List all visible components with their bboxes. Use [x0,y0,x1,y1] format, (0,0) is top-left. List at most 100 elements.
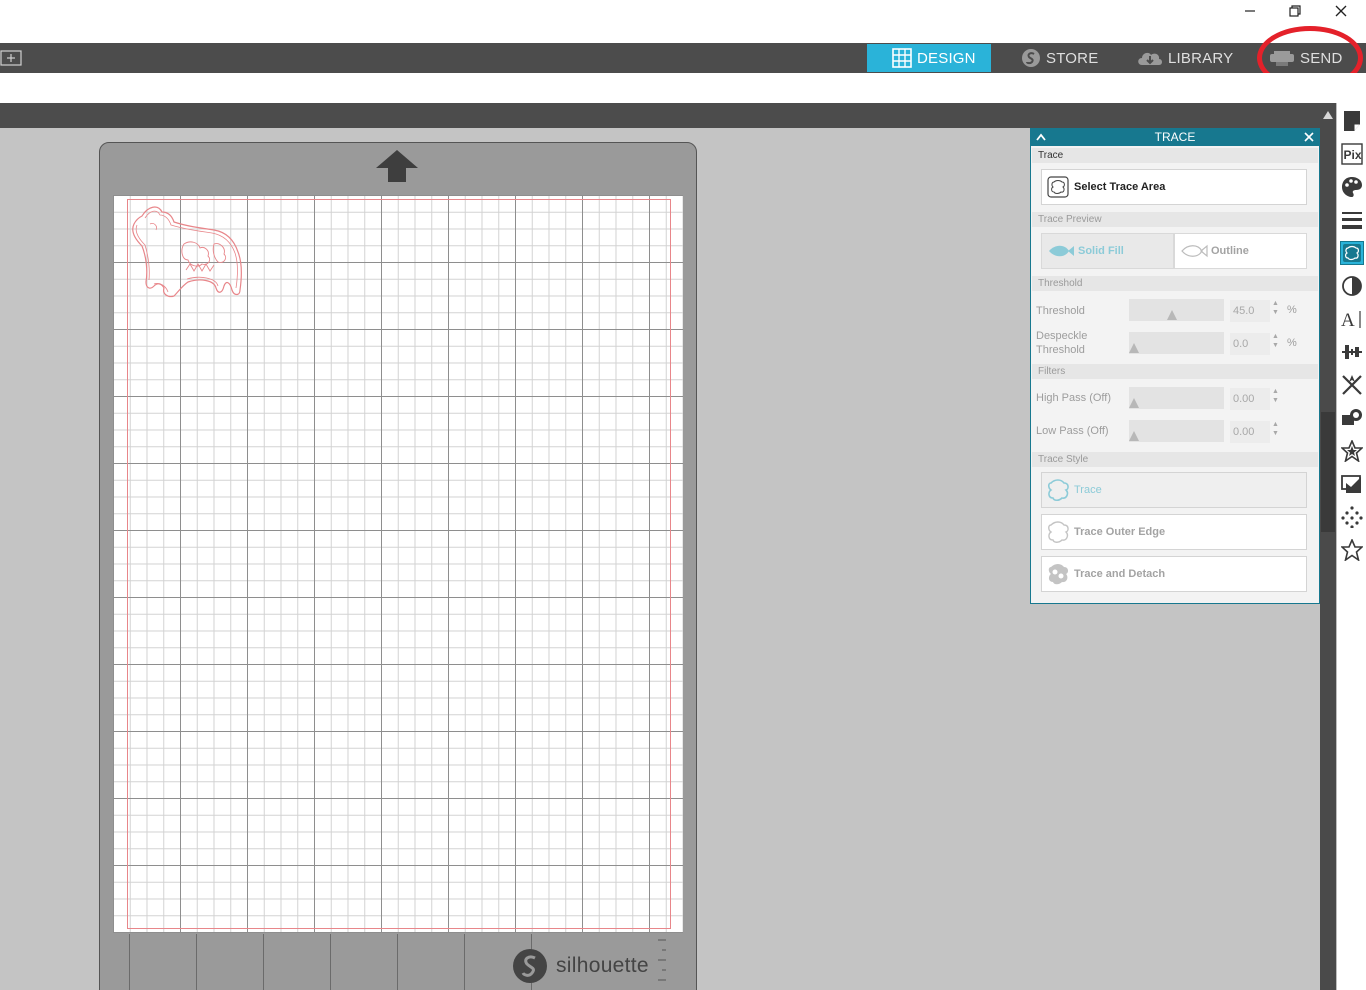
slider-knob[interactable] [1129,398,1139,408]
select-trace-area-label: Select Trace Area [1074,181,1166,193]
section-style-label: Trace Style [1032,452,1318,467]
threshold-spinner[interactable]: ▲ ▼ [1272,299,1282,321]
trace-style-label: Trace [1074,484,1102,496]
solid-fill-label: Solid Fill [1078,245,1124,257]
silhouette-s-icon [1020,48,1042,68]
replicate-icon [1342,409,1362,425]
slider-knob[interactable] [1167,310,1177,320]
restore-button[interactable] [1272,0,1318,22]
modify-button[interactable] [1340,439,1364,463]
tab-send[interactable]: SEND [1268,44,1364,72]
despeckle-input[interactable]: 0.0 [1230,333,1270,355]
traced-dog-image[interactable] [128,204,248,300]
low-pass-slider[interactable] [1129,420,1224,442]
svg-text:A: A [1341,310,1355,330]
replicate-button[interactable] [1340,406,1364,430]
tab-library[interactable]: LIBRARY [1136,44,1246,72]
close-window-button[interactable] [1318,0,1364,22]
outer-edge-icon [1046,520,1070,544]
grid-icon [891,48,913,68]
silhouette-logo-icon [513,949,547,983]
offset-button[interactable] [1340,472,1364,496]
high-pass-slider[interactable] [1129,387,1224,409]
chevron-up-icon[interactable] [1034,130,1048,144]
tab-library-label: LIBRARY [1168,49,1234,67]
sketch-button[interactable] [1340,505,1364,529]
add-tab-icon [0,50,22,66]
contrast-button[interactable] [1340,274,1364,298]
low-pass-label: Low Pass (Off) [1036,425,1109,437]
svg-text:Pix: Pix [1344,148,1362,162]
section-trace-label: Trace [1032,148,1318,163]
fish-outline-icon [1179,241,1209,261]
outline-label: Outline [1211,245,1249,257]
quick-access-toolbar [0,73,1366,103]
trace-panel-title: TRACE [1154,130,1196,144]
minimize-icon [1245,10,1255,12]
fill-color-button[interactable] [1340,175,1364,199]
scrollbar-thumb[interactable] [1321,412,1335,532]
align-button[interactable] [1340,340,1364,364]
tab-design-label: DESIGN [917,49,976,67]
trace-and-detach-button[interactable]: Trace and Detach [1041,556,1307,592]
page-setup-button[interactable] [1340,109,1364,133]
mat-divider [397,934,398,990]
trace-and-detach-label: Trace and Detach [1074,568,1166,580]
favorites-button[interactable] [1340,538,1364,562]
close-icon[interactable] [1302,130,1316,144]
tab-store[interactable]: STORE [1020,44,1120,72]
trace-button[interactable]: Trace [1041,472,1307,508]
mat-divider [263,934,264,990]
threshold-slider[interactable] [1129,299,1224,321]
high-pass-spinner[interactable]: ▲ ▼ [1272,387,1282,409]
pixscan-button[interactable]: Pix [1340,142,1364,166]
mat-divider [196,934,197,990]
trace-icon [1343,244,1361,262]
tab-design[interactable]: DESIGN [867,44,991,72]
text-style-icon: A [1341,310,1361,330]
new-document-button[interactable] [0,49,22,67]
sketch-dots-icon [1341,506,1363,528]
outline-toggle[interactable]: Outline [1174,233,1307,269]
low-pass-spinner[interactable]: ▲ ▼ [1272,420,1282,442]
trace-area-icon [1046,175,1070,199]
low-pass-input[interactable]: 0.00 [1230,421,1270,443]
cut-border [127,199,671,929]
vertical-scrollbar[interactable] [1320,110,1336,990]
threshold-input[interactable]: 45.0 [1230,300,1270,322]
slider-knob[interactable] [1129,431,1139,441]
despeckle-spinner[interactable]: ▲ ▼ [1272,332,1282,354]
transform-button[interactable] [1340,373,1364,397]
restore-icon [1289,5,1301,17]
section-threshold-label: Threshold [1032,276,1318,291]
section-preview-label: Trace Preview [1032,212,1318,227]
close-icon [1335,5,1347,17]
slider-knob[interactable] [1129,343,1139,353]
line-style-button[interactable] [1340,208,1364,232]
trace-panel-header: TRACE [1031,129,1319,146]
trace-panel: TRACE Trace Select Trace Area Trace Prev… [1030,128,1320,604]
trace-outer-edge-button[interactable]: Trace Outer Edge [1041,514,1307,550]
text-style-button[interactable]: A [1340,307,1364,331]
section-filters-label: Filters [1032,364,1318,379]
trace-panel-button[interactable] [1340,241,1364,265]
trace-style-icon [1046,478,1070,502]
mat-divider [464,934,465,990]
document-tab-bar [0,103,1336,128]
mat-divider [129,934,130,990]
despeckle-unit: % [1287,337,1297,349]
cutter-icon [1268,48,1296,68]
minimize-button[interactable] [1227,0,1273,22]
threshold-label: Threshold [1036,305,1085,317]
solid-fill-toggle[interactable]: Solid Fill [1041,233,1174,269]
offset-icon [1341,475,1361,493]
cloud-download-icon [1136,48,1164,68]
trace-outer-edge-label: Trace Outer Edge [1074,526,1166,538]
trace-detach-icon [1046,562,1070,586]
high-pass-input[interactable]: 0.00 [1230,388,1270,410]
select-trace-area-button[interactable]: Select Trace Area [1041,169,1307,205]
despeckle-label: Despeckle Threshold [1036,330,1088,356]
scroll-up-icon[interactable] [1322,110,1334,120]
despeckle-slider[interactable] [1129,332,1224,354]
tab-store-label: STORE [1046,49,1099,67]
